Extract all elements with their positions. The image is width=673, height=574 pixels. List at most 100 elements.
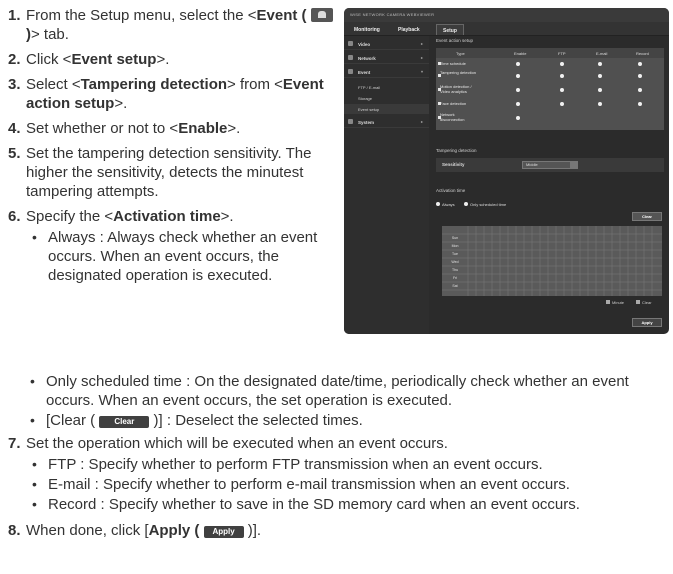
manual-page: 1. From the Setup menu, select the <Even… (0, 0, 673, 574)
step-6: 6. Specify the <Activation time>. • Alwa… (8, 207, 338, 286)
column-header: Record (636, 51, 649, 56)
sidebar-item-network[interactable]: Network ▸ (344, 52, 429, 64)
clear-button-inline: Clear (99, 416, 150, 428)
record-toggle[interactable] (638, 62, 642, 66)
clear-button[interactable]: Clear (632, 212, 662, 221)
network-icon (348, 55, 353, 60)
bullet-icon: • (30, 412, 35, 428)
list-item: • E-mail : Specify whether to perform e-… (32, 476, 570, 493)
sensitivity-label: Sensitivity (442, 162, 465, 167)
chevron-right-icon: ▸ (420, 119, 423, 124)
email-toggle[interactable] (598, 62, 602, 66)
enable-toggle[interactable] (516, 74, 520, 78)
ftp-toggle[interactable] (560, 88, 564, 92)
email-toggle[interactable] (598, 102, 602, 106)
sensitivity-select[interactable]: Middle (522, 161, 578, 169)
radio-always[interactable]: Always (436, 202, 455, 207)
column-header: E-mail (596, 51, 608, 56)
step-text: When done, click [Apply ( Apply )]. (26, 522, 262, 539)
list-item: • Record : Specify whether to save in th… (32, 496, 580, 513)
step-7: 7. Set the operation which will be execu… (8, 434, 668, 515)
event-tab-icon (310, 8, 333, 22)
enable-toggle[interactable] (516, 102, 520, 106)
bullet-icon: • (32, 476, 37, 492)
step-1: 1. From the Setup menu, select the <Even… (8, 6, 338, 44)
record-toggle[interactable] (638, 88, 642, 92)
day-label: Sun (451, 236, 459, 240)
ftp-toggle[interactable] (560, 74, 564, 78)
day-label: Thu (451, 268, 459, 272)
activation-mode: Always Only scheduled time (436, 200, 664, 210)
table-row: Motion detection / Video analytics (440, 84, 472, 94)
tab-monitoring[interactable]: Monitoring (348, 24, 386, 35)
steps-bottom: • Only scheduled time : On the designate… (8, 372, 668, 546)
sidebar-item-ftp-email[interactable]: FTP / E-mail (344, 82, 429, 92)
step-number: 1. (8, 7, 21, 24)
legend-minute: Minute (606, 300, 624, 305)
chevron-right-icon: ▸ (420, 41, 423, 46)
enable-toggle[interactable] (516, 62, 520, 66)
list-item: • FTP : Specify whether to perform FTP t… (32, 456, 543, 473)
sidebar-item-event[interactable]: Event ▾ (344, 66, 429, 78)
column-header: Enable (514, 51, 527, 56)
enable-toggle[interactable] (516, 88, 520, 92)
step-text: Click <Event setup>. (26, 51, 170, 68)
column-header: FTP (558, 51, 566, 56)
list-item: • [Clear ( Clear )] : Deselect the selec… (30, 412, 363, 429)
step-2: 2. Click <Event setup>. (8, 50, 338, 69)
video-icon (348, 41, 353, 46)
step-4: 4. Set whether or not to <Enable>. (8, 119, 338, 138)
schedule-grid-lines (442, 226, 662, 296)
day-label: Mon (451, 244, 459, 248)
steps-top: 1. From the Setup menu, select the <Even… (8, 6, 338, 292)
chevron-down-icon: ▾ (420, 69, 423, 74)
record-toggle[interactable] (638, 102, 642, 106)
step-number: 2. (8, 51, 21, 68)
step-number: 3. (8, 76, 21, 93)
step-number: 7. (8, 435, 21, 452)
email-toggle[interactable] (598, 88, 602, 92)
radio-scheduled[interactable]: Only scheduled time (464, 202, 506, 207)
apply-button-inline: Apply (203, 526, 244, 538)
step-8: 8. When done, click [Apply ( Apply )]. (8, 521, 668, 540)
webviewer-screenshot: WiSE NETWORK CAMERA WEBVIEWER Monitoring… (344, 8, 669, 334)
event-icon (348, 69, 353, 74)
top-nav: Monitoring Playback Setup (344, 22, 669, 36)
event-action-table: Type Enable FTP E-mail Record Time sched… (436, 48, 664, 130)
step-3: 3. Select <Tampering detection> from <Ev… (8, 75, 338, 113)
chevron-right-icon: ▸ (420, 55, 423, 60)
sidebar-item-event-setup[interactable]: Event setup (344, 104, 429, 114)
step-number: 5. (8, 145, 21, 162)
step-text: Specify the <Activation time>. • Always … (26, 207, 338, 286)
list-item: • Always : Always check whether an event… (32, 229, 318, 284)
sidebar: Video ▸ Network ▸ Event ▾ FTP / E-mail Stor… (344, 36, 429, 334)
apply-button[interactable]: Apply (632, 318, 662, 327)
step-number: 4. (8, 120, 21, 137)
ftp-toggle[interactable] (560, 102, 564, 106)
column-header: Type (456, 51, 465, 56)
sidebar-item-system[interactable]: System ▸ (344, 116, 429, 128)
email-toggle[interactable] (598, 74, 602, 78)
gear-icon (348, 119, 353, 124)
step-number: 6. (8, 208, 21, 225)
tab-playback[interactable]: Playback (392, 24, 426, 35)
step-text: Set the operation which will be executed… (26, 434, 668, 515)
list-item: • Only scheduled time : On the designate… (30, 373, 629, 409)
tab-setup[interactable]: Setup (436, 24, 464, 35)
sidebar-item-video[interactable]: Video ▸ (344, 38, 429, 50)
step-text: Select <Tampering detection> from <Event… (26, 76, 324, 112)
day-label: Wed (451, 260, 459, 264)
enable-toggle[interactable] (516, 116, 520, 120)
record-toggle[interactable] (638, 74, 642, 78)
step-text: From the Setup menu, select the <Event (… (26, 6, 338, 44)
day-label: Fri (452, 276, 458, 280)
schedule-grid[interactable]: Sun Mon Tue Wed Thu Fri Sat (442, 226, 662, 296)
bullet-list: • Always : Always check whether an event… (26, 228, 338, 285)
bullet-icon: • (30, 373, 35, 389)
sensitivity-row: Sensitivity Middle (436, 158, 664, 172)
sidebar-item-storage[interactable]: Storage (344, 93, 429, 103)
legend-clear: Clear (636, 300, 652, 305)
table-row: Time schedule (440, 61, 466, 66)
step-text: Set the tampering detection sensitivity.… (26, 145, 312, 200)
ftp-toggle[interactable] (560, 62, 564, 66)
